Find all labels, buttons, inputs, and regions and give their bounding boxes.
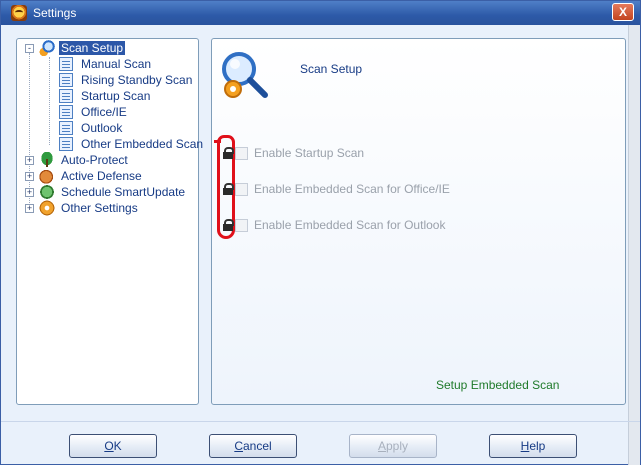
document-icon [59, 73, 73, 87]
cancel-button[interactable]: Cancel [209, 434, 297, 458]
document-icon [59, 57, 73, 71]
tree-item-office-ie[interactable]: Office/IE [59, 104, 129, 120]
tree-item-schedule-smartupdate[interactable]: Schedule SmartUpdate [39, 184, 187, 200]
settings-tree-panel: - Scan Setup Manual Scan Rising Standby … [16, 38, 203, 405]
tree-item-label: Schedule SmartUpdate [61, 185, 186, 199]
tree-item-label: Outlook [81, 121, 123, 135]
tree-item-auto-protect[interactable]: Auto-Protect [39, 152, 130, 168]
ok-button-label: K [113, 439, 122, 453]
option-label: Enable Embedded Scan for Outlook [254, 218, 446, 232]
ok-button[interactable]: OK [69, 434, 157, 458]
option-enable-startup-scan[interactable]: Enable Startup Scan [223, 145, 364, 161]
tree-item-manual-scan[interactable]: Manual Scan [59, 56, 153, 72]
document-icon [59, 105, 73, 119]
tree-item-label: Rising Standby Scan [81, 73, 193, 87]
document-icon [59, 121, 73, 135]
settings-window: Settings X - Scan Setup Manual Scan Risi… [0, 0, 641, 465]
background-window-edge [628, 25, 640, 465]
enable-embedded-office-ie-checkbox[interactable] [235, 182, 248, 196]
window-title: Settings [33, 6, 77, 20]
expander-expand-icon[interactable]: + [25, 188, 34, 197]
apply-button-mnemonic: A [377, 439, 386, 453]
option-enable-embedded-outlook[interactable]: Enable Embedded Scan for Outlook [223, 217, 445, 233]
tree-item-label: Other Embedded Scan [81, 137, 204, 151]
title-bar[interactable]: Settings X [1, 1, 640, 25]
tree-line [49, 57, 50, 145]
expander-expand-icon[interactable]: + [25, 204, 34, 213]
option-enable-embedded-office-ie[interactable]: Enable Embedded Scan for Office/IE [223, 181, 450, 197]
tree-item-label: Auto-Protect [61, 153, 128, 167]
setup-embedded-scan-link[interactable]: Setup Embedded Scan [436, 378, 559, 392]
enable-startup-scan-checkbox[interactable] [235, 146, 248, 160]
lock-icon [223, 219, 234, 231]
help-button[interactable]: Help [489, 434, 577, 458]
tree-item-label: Manual Scan [81, 57, 152, 71]
tree-item-outlook[interactable]: Outlook [59, 120, 124, 136]
enable-embedded-outlook-checkbox[interactable] [235, 218, 248, 232]
app-logo-icon [11, 5, 27, 21]
close-button[interactable]: X [612, 3, 634, 21]
help-button-label: elp [529, 439, 546, 453]
lock-icon [223, 147, 234, 159]
tree-item-other-embedded-scan[interactable]: Other Embedded Scan [59, 136, 205, 152]
expander-expand-icon[interactable]: + [25, 156, 34, 165]
umbrella-icon [39, 152, 55, 168]
tree-item-label: Active Defense [61, 169, 142, 183]
tree-item-label: Scan Setup [59, 41, 126, 55]
button-bar-divider [1, 421, 640, 422]
apply-button[interactable]: Apply [349, 434, 437, 458]
settings-tree: - Scan Setup Manual Scan Rising Standby … [17, 39, 203, 404]
cancel-button-mnemonic: C [234, 439, 243, 453]
tree-item-active-defense[interactable]: Active Defense [39, 168, 144, 184]
section-title: Scan Setup [300, 62, 363, 76]
document-icon [59, 137, 73, 151]
tree-item-other-settings[interactable]: Other Settings [39, 200, 140, 216]
option-label: Enable Startup Scan [254, 146, 365, 160]
cancel-button-label: ancel [242, 439, 272, 453]
tree-item-startup-scan[interactable]: Startup Scan [59, 88, 152, 104]
apply-button-label: pply [386, 439, 409, 453]
update-globe-icon [39, 184, 55, 200]
tree-item-scan-setup[interactable]: Scan Setup [39, 40, 126, 56]
document-icon [59, 89, 73, 103]
lock-icon [223, 183, 234, 195]
tree-item-label: Office/IE [81, 105, 127, 119]
tree-item-label: Other Settings [61, 201, 138, 215]
gear-icon [39, 200, 55, 216]
tree-item-rising-standby-scan[interactable]: Rising Standby Scan [59, 72, 194, 88]
option-label: Enable Embedded Scan for Office/IE [254, 182, 450, 196]
scan-setup-magnifier-icon [222, 52, 268, 98]
magnifier-gear-icon [39, 40, 55, 56]
expander-collapse-icon[interactable]: - [25, 44, 34, 53]
expander-expand-icon[interactable]: + [25, 172, 34, 181]
ok-button-mnemonic: O [104, 439, 114, 453]
tree-item-label: Startup Scan [81, 89, 151, 103]
hand-icon [39, 168, 55, 184]
